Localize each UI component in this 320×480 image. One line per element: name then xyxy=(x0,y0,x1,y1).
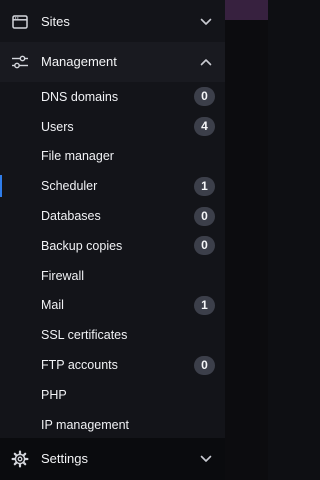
sidebar-section-management-label: Management xyxy=(41,54,117,69)
sidebar-item-mail[interactable]: Mail 1 xyxy=(0,291,225,321)
chevron-down-icon xyxy=(199,15,213,29)
sidebar-section-sites[interactable]: Sites xyxy=(0,2,225,42)
chevron-up-icon xyxy=(199,55,213,69)
sliders-icon xyxy=(11,53,29,71)
sidebar-item-ssl-certificates[interactable]: SSL certificates xyxy=(0,320,225,350)
sidebar-item-ip-management[interactable]: IP management xyxy=(0,410,225,440)
gear-icon xyxy=(11,450,29,468)
sidebar-item-users[interactable]: Users 4 xyxy=(0,112,225,142)
sidebar-section-settings[interactable]: Settings xyxy=(0,438,225,480)
sidebar-item-label: Firewall xyxy=(41,268,85,283)
sidebar-item-backup-copies[interactable]: Backup copies 0 xyxy=(0,231,225,261)
sidebar-item-file-manager[interactable]: File manager xyxy=(0,142,225,172)
sidebar-item-php[interactable]: PHP xyxy=(0,380,225,410)
sidebar-item-label: Users xyxy=(41,119,74,134)
main-content-area xyxy=(225,0,268,480)
sidebar-item-label: FTP accounts xyxy=(41,358,118,373)
count-badge: 1 xyxy=(194,176,215,196)
count-badge: 0 xyxy=(194,355,215,375)
sidebar-section-management[interactable]: Management xyxy=(0,42,225,82)
count-badge: 0 xyxy=(194,236,215,256)
sidebar-item-label: DNS domains xyxy=(41,89,119,104)
sidebar-item-scheduler[interactable]: Scheduler 1 xyxy=(0,171,225,201)
sidebar-item-label: Mail xyxy=(41,298,64,313)
sidebar-item-firewall[interactable]: Firewall xyxy=(0,261,225,291)
sidebar: Sites Management DNS domains 0 Users 4 F… xyxy=(0,0,225,480)
chevron-down-icon xyxy=(199,452,213,466)
header-accent-strip xyxy=(225,0,268,20)
sidebar-item-label: Backup copies xyxy=(41,238,123,253)
sidebar-item-label: PHP xyxy=(41,387,67,402)
sidebar-section-sites-label: Sites xyxy=(41,14,70,29)
screen: Sites Management DNS domains 0 Users 4 F… xyxy=(0,0,268,480)
count-badge: 1 xyxy=(194,295,215,315)
sidebar-section-settings-label: Settings xyxy=(41,451,88,466)
count-badge: 4 xyxy=(194,117,215,137)
count-badge: 0 xyxy=(194,206,215,226)
active-indicator xyxy=(0,175,2,198)
sidebar-item-ftp-accounts[interactable]: FTP accounts 0 xyxy=(0,350,225,380)
sidebar-item-databases[interactable]: Databases 0 xyxy=(0,201,225,231)
management-submenu: DNS domains 0 Users 4 File manager Sched… xyxy=(0,82,225,440)
sidebar-item-label: Databases xyxy=(41,209,101,224)
sidebar-item-label: Scheduler xyxy=(41,179,98,194)
count-badge: 0 xyxy=(194,87,215,107)
sidebar-item-label: SSL certificates xyxy=(41,328,128,343)
sidebar-item-dns-domains[interactable]: DNS domains 0 xyxy=(0,82,225,112)
sidebar-item-label: File manager xyxy=(41,149,114,164)
sidebar-item-label: IP management xyxy=(41,417,130,432)
browser-window-icon xyxy=(11,13,29,31)
